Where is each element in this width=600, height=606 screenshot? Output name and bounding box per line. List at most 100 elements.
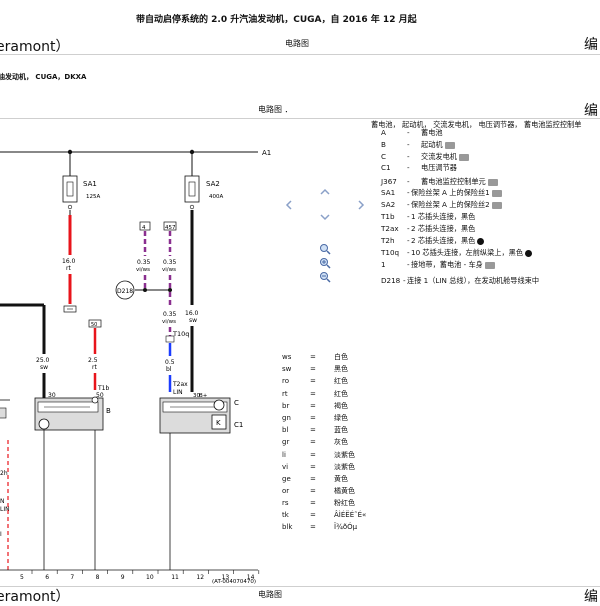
wire-color-label: vi/ws bbox=[162, 319, 176, 325]
connector-tag-label: 457 bbox=[165, 225, 176, 231]
connector-tag-label: 4 bbox=[142, 225, 146, 231]
legend-color-name: 橘黄色 bbox=[334, 487, 355, 496]
wire-size-label: 0.35 bbox=[137, 259, 151, 266]
legend-code: gn bbox=[282, 414, 291, 422]
legend-equals: = bbox=[310, 499, 316, 508]
legend-equals: = bbox=[310, 353, 316, 361]
legend-equals: = bbox=[310, 487, 316, 496]
legend-color-name: 红色 bbox=[334, 389, 348, 398]
wire-color-label: vi/ws bbox=[136, 267, 150, 273]
footer-divider bbox=[0, 586, 600, 587]
legend-color-name: ÂÌÉËÉ˜É« bbox=[334, 510, 367, 519]
ruler-number: 11 bbox=[171, 574, 179, 581]
zoom-in-icon[interactable] bbox=[319, 254, 331, 269]
wire-size-label: 0.5 bbox=[165, 359, 175, 366]
left-label: N bbox=[0, 498, 5, 505]
legend-equals: = bbox=[310, 475, 316, 483]
legend-code: ws bbox=[282, 353, 292, 361]
ruler-number: 12 bbox=[196, 574, 204, 581]
legend-row: vi = 淡紫色 bbox=[282, 462, 355, 472]
legend-equals: = bbox=[310, 522, 316, 531]
legend-color-name: 蓝色 bbox=[334, 426, 348, 435]
left-label: 2h bbox=[0, 470, 8, 477]
legend-code: ge bbox=[282, 475, 291, 483]
ruler-number: 8 bbox=[96, 574, 100, 581]
legend-row: or = 橘黄色 bbox=[282, 486, 355, 496]
zoom-fit-icon[interactable] bbox=[319, 240, 331, 255]
legend-code: tk bbox=[282, 510, 289, 519]
wire-color-label: sw bbox=[189, 317, 197, 324]
legend-equals: = bbox=[310, 450, 316, 459]
fuse-sa2-name: SA2 bbox=[206, 180, 220, 188]
legend-row: li = 淡紫色 bbox=[282, 450, 355, 460]
wire-color-label: sw bbox=[40, 364, 48, 371]
terminal-circle bbox=[67, 204, 73, 210]
legend-row: sw = 黑色 bbox=[282, 364, 348, 374]
legend-row: rs = 粉红色 bbox=[282, 498, 355, 508]
legend-code: vi bbox=[282, 462, 289, 471]
legend-color-name: 淡紫色 bbox=[334, 462, 355, 471]
fuse-sa1-element bbox=[66, 181, 74, 197]
connector-t10q bbox=[165, 335, 175, 343]
wire-size-label: 16.0 bbox=[62, 258, 76, 265]
ruler-number: 7 bbox=[70, 574, 74, 581]
legend-equals: = bbox=[310, 426, 316, 435]
legend-equals: = bbox=[310, 389, 316, 398]
wire-size-label: 25.0 bbox=[36, 357, 50, 364]
legend-color-name: 绿色 bbox=[334, 414, 348, 422]
ruler-number: 6 bbox=[45, 574, 49, 581]
arrow-left-icon[interactable] bbox=[282, 198, 296, 212]
fuse-sa1-name: SA1 bbox=[83, 180, 97, 188]
legend-equals: = bbox=[310, 462, 316, 471]
terminal-circle bbox=[189, 204, 195, 210]
wire-color-label: bl bbox=[166, 366, 172, 373]
wire-size-label: 16.0 bbox=[185, 310, 199, 317]
connector-t1b-label: T1b bbox=[97, 385, 109, 392]
legend-row: ws = 白色 bbox=[282, 352, 348, 362]
connector-tag-label: 50 bbox=[91, 322, 97, 328]
arrow-right-icon[interactable] bbox=[354, 198, 368, 212]
wire-size-label: 0.35 bbox=[163, 311, 177, 318]
ruler-number: 10 bbox=[146, 574, 154, 581]
terminal-circle bbox=[91, 396, 99, 404]
lin-label: LIN bbox=[173, 389, 183, 396]
wire-color-label: rt bbox=[66, 265, 71, 272]
fuse-sa2-element bbox=[188, 181, 196, 197]
connector-t2ax-label: T2ax bbox=[172, 381, 188, 388]
legend-equals: = bbox=[310, 365, 316, 374]
regulator-k: K bbox=[216, 419, 221, 427]
wire-color-label: vi/ws bbox=[162, 267, 176, 273]
arrow-up-icon[interactable] bbox=[318, 185, 332, 199]
fuse-sa2-rating: 400A bbox=[209, 194, 223, 200]
component-c-label: C bbox=[234, 399, 239, 407]
legend-code: blk bbox=[282, 522, 293, 531]
legend-color-name: 黑色 bbox=[334, 365, 348, 374]
legend-row: rt = 红色 bbox=[282, 389, 348, 399]
legend-row: ge = 黄色 bbox=[282, 474, 348, 484]
footer-center-label: 电路图 bbox=[258, 590, 282, 599]
legend-row: gr = 灰色 bbox=[282, 437, 348, 447]
junction-dot bbox=[168, 288, 172, 292]
legend-code: rs bbox=[282, 499, 289, 508]
legend-row: gn = 绿色 bbox=[282, 413, 348, 423]
legend-equals: = bbox=[310, 377, 316, 386]
legend-code: sw bbox=[282, 365, 292, 374]
legend-color-name: 淡紫色 bbox=[334, 450, 355, 459]
legend-color-name: 粉红色 bbox=[334, 499, 355, 508]
wire-size-label: 0.35 bbox=[163, 259, 177, 266]
arrow-down-icon[interactable] bbox=[318, 210, 332, 224]
starter-motor-symbol bbox=[38, 418, 50, 430]
zoom-out-icon[interactable] bbox=[319, 268, 331, 283]
diagram-code: (AT-004070470) bbox=[212, 579, 256, 585]
legend-row: ro = 红色 bbox=[282, 376, 348, 386]
legend-color-name: Ï¾ðÓµ bbox=[334, 522, 358, 531]
legend-equals: = bbox=[310, 438, 316, 447]
legend-color-name: 褐色 bbox=[334, 401, 348, 410]
junction-dot bbox=[143, 288, 147, 292]
partial-component bbox=[0, 407, 7, 419]
legend-code: br bbox=[282, 401, 290, 410]
legend-row: blk = Ï¾ðÓµ bbox=[282, 523, 357, 531]
legend-color-name: 黄色 bbox=[334, 475, 348, 483]
legend-row: bl = 蓝色 bbox=[282, 425, 348, 435]
bus-label: A1 bbox=[262, 149, 271, 157]
